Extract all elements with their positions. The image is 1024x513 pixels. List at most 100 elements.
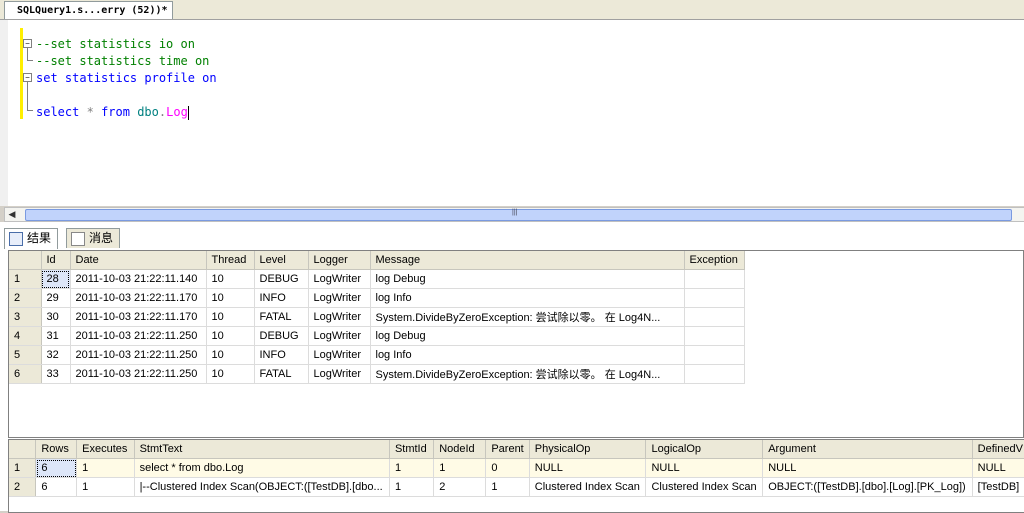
table-cell[interactable]: 10 (206, 364, 255, 384)
collapse-icon[interactable]: − (23, 39, 32, 48)
table-cell[interactable]: select * from dbo.Log (134, 458, 390, 478)
row-number[interactable]: 3 (9, 307, 42, 327)
query-document-tab[interactable]: SQLQuery1.s...erry (52))* (4, 1, 173, 19)
table-cell[interactable]: Clustered Index Scan (645, 477, 764, 497)
table-cell[interactable]: log Info (370, 288, 685, 308)
table-cell[interactable]: 10 (206, 269, 255, 289)
table-cell[interactable]: NULL (645, 458, 764, 478)
table-cell[interactable]: LogWriter (308, 269, 371, 289)
code-line[interactable]: --set statistics time on (36, 53, 209, 69)
table-cell[interactable]: 1 (389, 458, 435, 478)
table-cell[interactable]: 2 (433, 477, 487, 497)
table-cell[interactable]: 2011-10-03 21:22:11.170 (70, 307, 207, 327)
table-cell[interactable] (684, 288, 745, 308)
column-header[interactable]: Exception (684, 251, 745, 270)
table-cell[interactable]: [TestDB] (972, 477, 1024, 497)
table-cell[interactable]: DEBUG (254, 326, 309, 346)
sql-editor[interactable]: − − --set statistics io on --set statisti… (0, 20, 1024, 206)
table-cell[interactable]: 10 (206, 326, 255, 346)
table-cell[interactable]: 1 (433, 458, 487, 478)
table-cell[interactable]: Clustered Index Scan (529, 477, 647, 497)
table-row[interactable]: 3 30 2011-10-03 21:22:11.170 10 FATAL LogWrit… (9, 307, 745, 327)
table-cell[interactable] (684, 269, 745, 289)
table-cell[interactable]: log Debug (370, 326, 685, 346)
table-cell[interactable]: LogWriter (308, 345, 371, 365)
table-cell[interactable]: System.DivideByZeroException: 尝试除以零。 在 L… (370, 307, 685, 327)
table-cell[interactable]: 1 (485, 477, 530, 497)
scrollbar-thumb[interactable] (25, 209, 1012, 221)
column-header[interactable]: StmtId (389, 440, 435, 459)
column-header[interactable]: Id (41, 251, 71, 270)
table-row[interactable]: 4 31 2011-10-03 21:22:11.250 10 DEBUG LogWrit… (9, 326, 745, 346)
column-header[interactable]: Logger (308, 251, 371, 270)
table-cell[interactable]: 2011-10-03 21:22:11.250 (70, 345, 207, 365)
column-header[interactable]: Date (70, 251, 207, 270)
table-cell[interactable]: OBJECT:([TestDB].[dbo].[Log].[PK_Log]) (762, 477, 973, 497)
code-line[interactable]: select * from dbo.Log (36, 104, 189, 120)
column-header[interactable]: Argument (762, 440, 973, 459)
table-cell[interactable]: System.DivideByZeroException: 尝试除以零。 在 L… (370, 364, 685, 384)
column-header[interactable]: Thread (206, 251, 255, 270)
column-header[interactable]: NodeId (433, 440, 487, 459)
code-line[interactable]: --set statistics io on (36, 36, 195, 52)
table-cell[interactable]: 28 (41, 269, 71, 289)
table-cell[interactable]: 2011-10-03 21:22:11.140 (70, 269, 207, 289)
table-cell[interactable]: |--Clustered Index Scan(OBJECT:([TestDB]… (134, 477, 390, 497)
table-cell[interactable]: 30 (41, 307, 71, 327)
table-cell[interactable]: 32 (41, 345, 71, 365)
column-header[interactable]: Level (254, 251, 309, 270)
table-cell[interactable]: 0 (485, 458, 530, 478)
table-cell[interactable]: NULL (972, 458, 1024, 478)
table-cell[interactable] (684, 364, 745, 384)
table-cell[interactable]: 31 (41, 326, 71, 346)
table-cell[interactable] (684, 326, 745, 346)
table-cell[interactable]: DEBUG (254, 269, 309, 289)
table-cell[interactable]: LogWriter (308, 326, 371, 346)
row-number[interactable]: 2 (9, 288, 42, 308)
table-cell[interactable]: 2011-10-03 21:22:11.250 (70, 364, 207, 384)
table-cell[interactable]: 2011-10-03 21:22:11.250 (70, 326, 207, 346)
table-cell[interactable]: 29 (41, 288, 71, 308)
table-row[interactable]: 261 |--Clustered Index Scan(OBJECT:([Tes… (9, 477, 1024, 497)
table-row[interactable]: 2 29 2011-10-03 21:22:11.170 10 INFO LogWrite… (9, 288, 745, 308)
table-cell[interactable]: 6 (35, 477, 78, 497)
row-number[interactable]: 5 (9, 345, 42, 365)
table-row[interactable]: 1 6 1 select * from dbo.Log 1 1 0 NULL NULL NULL N… (9, 458, 1024, 478)
column-header[interactable]: Parent (485, 440, 530, 459)
column-header[interactable]: Message (370, 251, 685, 270)
scroll-left-arrow-icon[interactable]: ◀ (5, 208, 19, 221)
table-cell[interactable]: log Info (370, 345, 685, 365)
table-cell[interactable]: 2011-10-03 21:22:11.170 (70, 288, 207, 308)
editor-horizontal-scrollbar[interactable]: ◀ ||| (4, 207, 1024, 222)
table-cell[interactable]: 10 (206, 288, 255, 308)
code-line[interactable]: set statistics profile on (36, 70, 217, 86)
table-row[interactable]: 5 32 2011-10-03 21:22:11.250 10 INFO LogWrite… (9, 345, 745, 365)
table-cell[interactable] (684, 307, 745, 327)
column-header[interactable]: StmtText (134, 440, 390, 459)
table-cell[interactable]: 1 (76, 458, 135, 478)
row-number[interactable]: 2 (9, 477, 37, 497)
tab-messages[interactable]: 消息 (66, 228, 121, 248)
table-cell[interactable]: FATAL (254, 307, 309, 327)
statistics-profile-grid[interactable]: Rows Executes StmtText StmtId NodeId Parent Ph… (8, 439, 1024, 513)
table-cell[interactable]: NULL (529, 458, 647, 478)
table-cell[interactable] (684, 345, 745, 365)
table-cell[interactable]: 10 (206, 307, 255, 327)
table-cell[interactable]: 6 (35, 458, 78, 478)
column-header[interactable]: Executes (76, 440, 135, 459)
table-cell[interactable]: 1 (389, 477, 435, 497)
table-cell[interactable]: INFO (254, 345, 309, 365)
table-cell[interactable]: LogWriter (308, 364, 371, 384)
table-cell[interactable]: log Debug (370, 269, 685, 289)
row-number[interactable]: 6 (9, 364, 42, 384)
table-cell[interactable]: LogWriter (308, 307, 371, 327)
row-number[interactable]: 4 (9, 326, 42, 346)
table-row[interactable]: 1 28 2011-10-03 21:22:11.140 10 DEBUG LogWrit… (9, 269, 745, 289)
table-cell[interactable]: 1 (76, 477, 135, 497)
table-cell[interactable]: LogWriter (308, 288, 371, 308)
tab-results[interactable]: 结果 (4, 228, 59, 249)
table-row[interactable]: 6 33 2011-10-03 21:22:11.250 10 FATAL LogWrit… (9, 364, 745, 384)
column-header[interactable]: PhysicalOp (529, 440, 647, 459)
table-cell[interactable]: NULL (762, 458, 973, 478)
row-number[interactable]: 1 (9, 269, 42, 289)
